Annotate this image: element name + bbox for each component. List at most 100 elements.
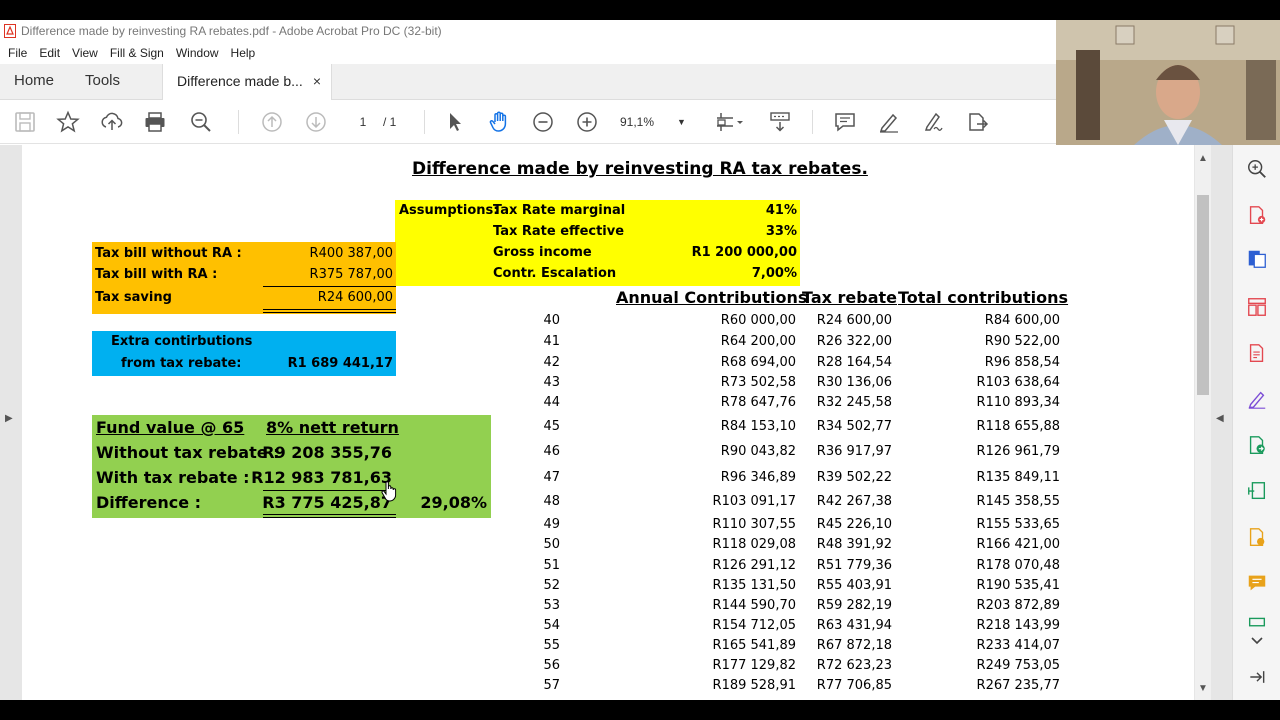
comment-icon[interactable]	[1245, 571, 1269, 595]
tax-rebate-cell: R51 779,36	[816, 558, 892, 573]
age-cell: 44	[543, 395, 560, 410]
menu-file[interactable]: File	[2, 46, 33, 60]
age-cell: 56	[543, 658, 560, 673]
zoom-plus-icon[interactable]	[574, 110, 600, 134]
collapse-pane-icon[interactable]	[1245, 665, 1269, 689]
taxbill-without-value: R400 387,00	[309, 246, 393, 261]
share-icon[interactable]	[964, 110, 990, 134]
zoom-level-input[interactable]: 91,1%	[620, 112, 668, 132]
total-contribution-cell: R118 655,88	[976, 419, 1060, 434]
comment-icon[interactable]	[832, 110, 858, 134]
toolbar-separator	[812, 110, 813, 134]
close-tab-icon[interactable]: ×	[313, 64, 321, 98]
prev-page-icon[interactable]	[259, 110, 285, 134]
scroll-thumb[interactable]	[1197, 195, 1209, 395]
zoom-out-search-icon[interactable]	[188, 110, 214, 134]
tax-rebate-cell: R34 502,77	[816, 419, 892, 434]
annual-contribution-cell: R126 291,12	[712, 558, 796, 573]
toolbar-separator	[424, 110, 425, 134]
tax-saving-value: R24 600,00	[317, 290, 393, 305]
export-pdf-icon[interactable]	[1245, 247, 1269, 271]
upload-icon[interactable]	[99, 110, 125, 134]
annual-contribution-cell: R60 000,00	[720, 313, 796, 328]
zoom-minus-icon[interactable]	[530, 110, 556, 134]
age-cell: 43	[543, 375, 560, 390]
taxbill-with-value: R375 787,00	[309, 267, 393, 282]
letterbox-bottom	[0, 700, 1280, 720]
organize-pages-icon[interactable]	[1245, 295, 1269, 319]
edit-pdf-icon[interactable]	[1245, 341, 1269, 365]
compress-icon[interactable]	[1245, 479, 1269, 503]
extra-label-line1: Extra contirbutions	[111, 334, 253, 349]
menu-window[interactable]: Window	[170, 46, 225, 60]
age-cell: 54	[543, 618, 560, 633]
menu-edit[interactable]: Edit	[33, 46, 66, 60]
page-number-input[interactable]: 1	[348, 112, 378, 132]
window-title: Difference made by reinvesting RA rebate…	[21, 24, 442, 38]
annual-contribution-cell: R144 590,70	[712, 598, 796, 613]
menu-help[interactable]: Help	[225, 46, 262, 60]
menu-view[interactable]: View	[66, 46, 104, 60]
assumption-label: Gross income	[493, 245, 592, 260]
menu-bar: File Edit View Fill & Sign Window Help	[0, 42, 1056, 64]
age-cell: 50	[543, 537, 560, 552]
tax-rebate-cell: R55 403,91	[816, 578, 892, 593]
fit-dropdown-icon[interactable]	[734, 110, 746, 134]
total-contribution-cell: R90 522,00	[984, 334, 1060, 349]
annual-contribution-cell: R103 091,17	[712, 494, 796, 509]
scan-icon[interactable]	[1245, 525, 1269, 549]
highlight-pen-icon[interactable]	[876, 110, 902, 134]
total-contribution-cell: R155 533,65	[976, 517, 1060, 532]
annual-contribution-cell: R64 200,00	[720, 334, 796, 349]
collapse-right-pane-icon[interactable]: ◀	[1216, 413, 1224, 424]
annual-contribution-cell: R90 043,82	[720, 444, 796, 459]
tab-home[interactable]: Home	[14, 64, 54, 100]
scroll-down-icon[interactable]: ▼	[1198, 683, 1208, 694]
assumption-value: 33%	[765, 224, 797, 239]
send-review-icon[interactable]	[1245, 433, 1269, 457]
menu-fill-sign[interactable]: Fill & Sign	[104, 46, 170, 60]
assumptions-label: Assumptions:	[399, 203, 499, 218]
taxbill-with-label: Tax bill with RA :	[95, 267, 218, 282]
total-contribution-cell: R126 961,79	[976, 444, 1060, 459]
chevron-down-icon[interactable]	[1245, 629, 1269, 653]
tab-tools[interactable]: Tools	[85, 64, 120, 100]
fund-with-value: R12 983 781,63	[251, 468, 392, 487]
select-cursor-icon[interactable]	[442, 110, 468, 134]
next-page-icon[interactable]	[303, 110, 329, 134]
fund-return-header: 8% nett return	[266, 418, 399, 437]
extra-value: R1 689 441,17	[287, 356, 393, 371]
fill-sign-icon[interactable]	[1245, 387, 1269, 411]
tax-rebate-cell: R72 623,23	[816, 658, 892, 673]
total-contribution-cell: R84 600,00	[984, 313, 1060, 328]
search-zoom-icon[interactable]	[1245, 157, 1269, 181]
sign-icon[interactable]	[920, 110, 946, 134]
double-underline	[263, 309, 396, 313]
tax-rebate-cell: R48 391,92	[816, 537, 892, 552]
tax-rebate-cell: R42 267,38	[816, 494, 892, 509]
document-viewer[interactable]: ▶ Difference made by reinvesting RA tax …	[0, 145, 1232, 700]
scroll-up-icon[interactable]: ▲	[1198, 153, 1208, 164]
hand-icon[interactable]	[486, 110, 512, 134]
star-icon[interactable]	[55, 110, 81, 134]
annual-contribution-cell: R73 502,58	[720, 375, 796, 390]
total-contribution-cell: R190 535,41	[976, 578, 1060, 593]
hand-cursor-icon	[380, 480, 398, 502]
scroll-mode-icon[interactable]	[767, 110, 793, 134]
save-icon[interactable]	[12, 110, 38, 134]
assumption-value: 7,00%	[751, 266, 797, 281]
sum-line	[263, 490, 396, 491]
tax-rebate-cell: R30 136,06	[816, 375, 892, 390]
double-underline	[263, 514, 396, 518]
expand-left-pane-icon[interactable]: ▶	[5, 413, 13, 424]
vertical-scrollbar[interactable]: ▲ ▼	[1195, 145, 1211, 700]
zoom-dropdown-icon[interactable]: ▼	[677, 112, 686, 132]
create-pdf-icon[interactable]	[1245, 203, 1269, 227]
total-contribution-cell: R145 358,55	[976, 494, 1060, 509]
page-total: / 1	[383, 115, 397, 129]
print-icon[interactable]	[142, 110, 168, 134]
age-cell: 40	[543, 313, 560, 328]
tab-document[interactable]: Difference made b... ×	[162, 64, 332, 100]
col-header-annual: Annual Contributions	[616, 288, 808, 307]
tax-rebate-cell: R36 917,97	[816, 444, 892, 459]
